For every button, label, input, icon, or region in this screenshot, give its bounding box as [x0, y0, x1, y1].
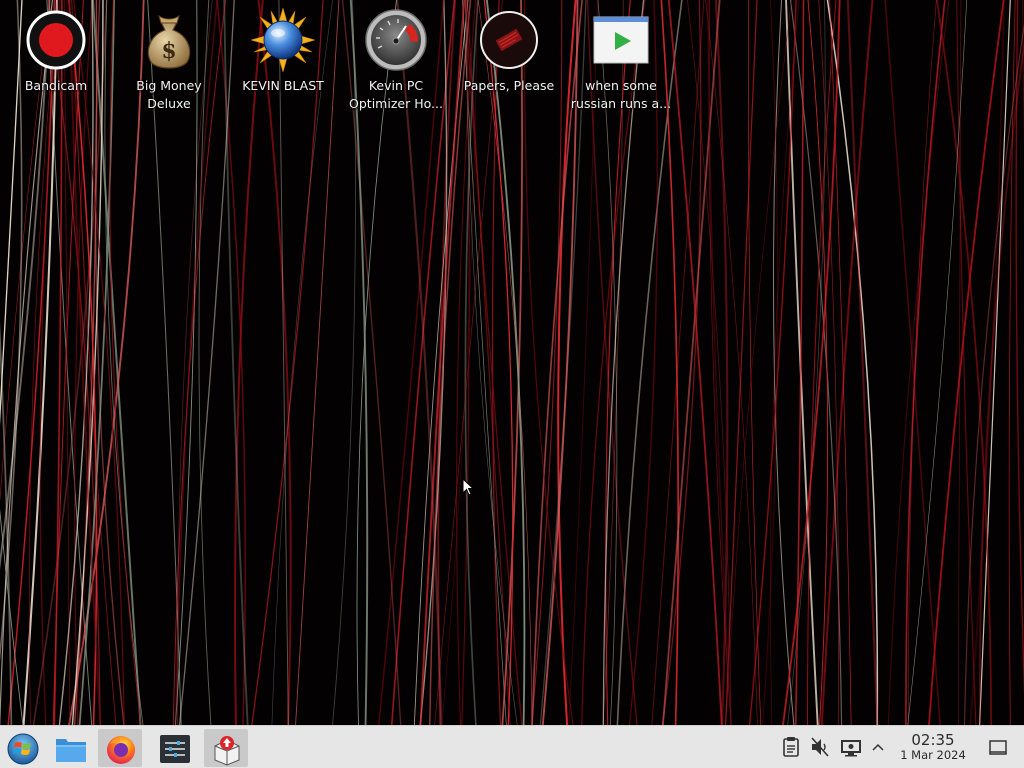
desktop-icon-label: Big Money Deluxe: [136, 78, 202, 111]
start-menu-button[interactable]: [0, 729, 44, 767]
bandicam-record-icon: [26, 10, 86, 70]
firefox-button[interactable]: [98, 729, 142, 767]
desktop-icon-label: Bandicam: [24, 78, 88, 93]
svg-text:$: $: [161, 38, 176, 64]
money-bag-icon: $: [147, 14, 191, 69]
clipboard-icon[interactable]: [781, 736, 801, 758]
package-box-icon: [214, 736, 240, 766]
sliders-icon: [160, 735, 190, 763]
chevron-up-icon[interactable]: [870, 736, 886, 758]
desktop-icon-label: Kevin PC Optimizer Ho...: [349, 78, 443, 111]
mouse-cursor-icon: [462, 478, 474, 496]
desktop-icon-kevin-pc-optimizer[interactable]: Kevin PC Optimizer Ho...: [340, 8, 452, 113]
show-desktop-icon[interactable]: [988, 736, 1008, 758]
display-icon[interactable]: [840, 736, 862, 758]
desktop-icon-label: when some russian runs a...: [570, 78, 672, 111]
clock-date: 1 Mar 2024: [900, 748, 966, 762]
folder-icon: [56, 739, 86, 762]
clock-time: 02:35: [911, 731, 955, 749]
desktop-icon-kevin-blast[interactable]: KEVIN BLAST: [227, 8, 339, 95]
settings-mixer-button[interactable]: [152, 729, 196, 767]
windows-orb-icon: [7, 733, 39, 765]
desktop-icon-label: Papers, Please: [463, 78, 555, 93]
desktop-icon-bandicam[interactable]: Bandicam: [0, 8, 112, 95]
taskbar: 02:35 1 Mar 2024: [0, 725, 1024, 768]
file-manager-button[interactable]: [48, 729, 92, 767]
desktop-icon-big-money-deluxe[interactable]: $ Big Money Deluxe: [113, 8, 225, 113]
desktop-icon-label: KEVIN BLAST: [242, 78, 324, 93]
papers-please-seal-icon: [480, 11, 538, 69]
speedometer-gauge-icon: [365, 9, 427, 71]
system-clock[interactable]: 02:35 1 Mar 2024: [892, 732, 974, 762]
firefox-icon: [107, 736, 135, 764]
desktop-icon-papers-please[interactable]: Papers, Please: [453, 8, 565, 95]
volume-muted-icon[interactable]: [810, 736, 830, 758]
video-play-window-icon: [593, 16, 649, 64]
sun-globe-icon: [251, 8, 315, 72]
package-installer-button[interactable]: [204, 729, 248, 767]
desktop-icon-area: Bandicam $ Big Money Deluxe KEVIN BLAST …: [0, 0, 1024, 130]
desktop-icon-video-file[interactable]: when some russian runs a...: [565, 8, 677, 113]
